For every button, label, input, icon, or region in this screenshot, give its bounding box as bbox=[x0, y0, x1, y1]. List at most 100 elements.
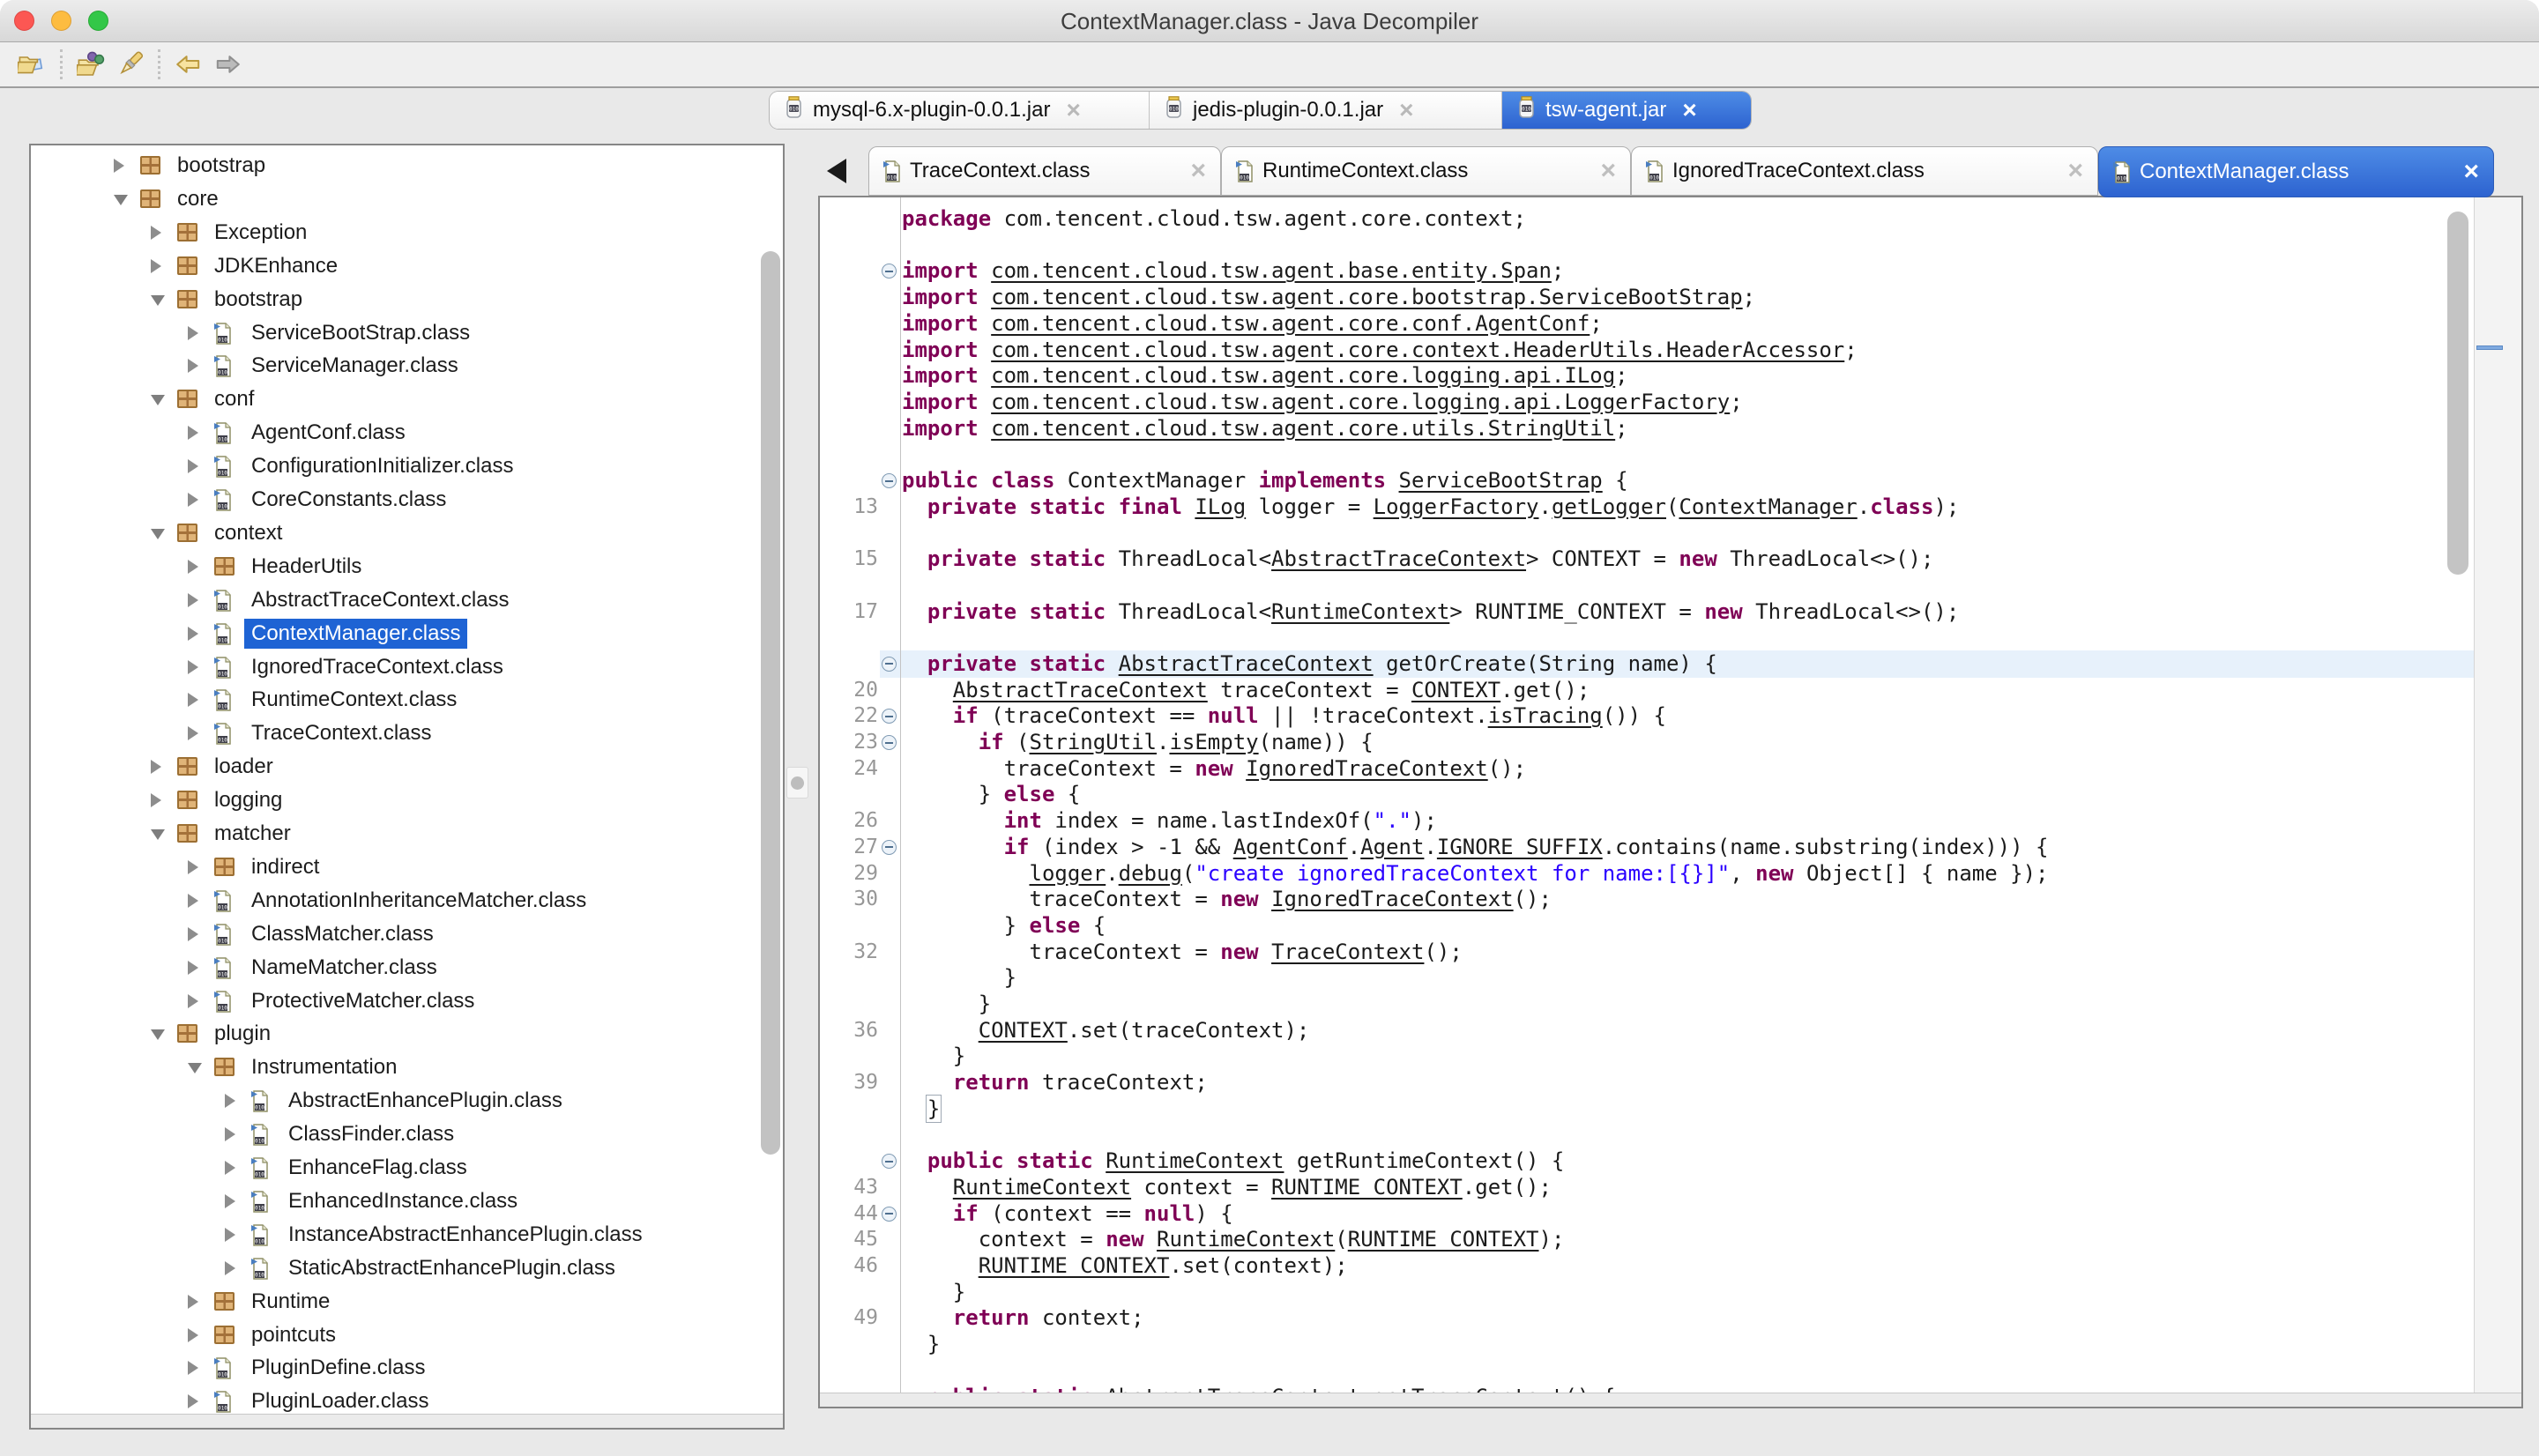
tree-item[interactable]: pointcuts bbox=[31, 1319, 783, 1352]
tree-item-label[interactable]: AbstractEnhancePlugin.class bbox=[288, 1084, 562, 1118]
tree-item-label[interactable]: ContextManager.class bbox=[244, 619, 467, 649]
tree-item[interactable]: 010ConfigurationInitializer.class bbox=[31, 449, 783, 483]
close-tab-icon[interactable]: × bbox=[1178, 160, 1206, 182]
expander-collapsed-icon[interactable] bbox=[188, 627, 198, 641]
jar-tab[interactable]: 010mysql-6.x-plugin-0.0.1.jar× bbox=[770, 92, 1149, 129]
close-tab-icon[interactable]: × bbox=[1066, 100, 1080, 120]
tree-item-label[interactable]: Instrumentation bbox=[251, 1051, 397, 1084]
expander-collapsed-icon[interactable] bbox=[225, 1127, 235, 1141]
expander-collapsed-icon[interactable] bbox=[225, 1228, 235, 1242]
tree-item-label[interactable]: ProtectiveMatcher.class bbox=[251, 984, 474, 1018]
fold-toggle-icon[interactable] bbox=[882, 1207, 897, 1222]
close-tab-icon[interactable]: × bbox=[1588, 160, 1616, 182]
tree-item[interactable]: indirect bbox=[31, 851, 783, 884]
tree-item-label[interactable]: matcher bbox=[214, 817, 291, 851]
code-symbol-link[interactable]: IgnoredTraceContext bbox=[1271, 887, 1514, 911]
tree-item-label[interactable]: Runtime bbox=[251, 1285, 330, 1319]
tree-item[interactable]: 010AnnotationInheritanceMatcher.class bbox=[31, 884, 783, 917]
tree-item[interactable]: context bbox=[31, 516, 783, 550]
tree-item-label[interactable]: ServiceBootStrap.class bbox=[251, 316, 470, 350]
expander-collapsed-icon[interactable] bbox=[188, 560, 198, 574]
expander-collapsed-icon[interactable] bbox=[188, 693, 198, 707]
tree-item-label[interactable]: AnnotationInheritanceMatcher.class bbox=[251, 884, 586, 917]
code-symbol-link[interactable]: debug bbox=[1119, 861, 1182, 886]
expander-collapsed-icon[interactable] bbox=[151, 793, 161, 807]
tree-item-label[interactable]: ClassMatcher.class bbox=[251, 917, 434, 951]
tree-item-label[interactable]: AgentConf.class bbox=[251, 416, 406, 449]
tree-item-label[interactable]: pointcuts bbox=[251, 1319, 336, 1352]
code-symbol-link[interactable]: com.tencent.cloud.tsw.agent.core.logging… bbox=[991, 390, 1730, 414]
expander-collapsed-icon[interactable] bbox=[188, 660, 198, 674]
forward-button[interactable] bbox=[208, 47, 247, 82]
tree-item[interactable]: 010IgnoredTraceContext.class bbox=[31, 650, 783, 684]
tree-item-label[interactable]: NameMatcher.class bbox=[251, 951, 437, 984]
code-vertical-scrollbar[interactable] bbox=[2447, 212, 2468, 575]
expander-collapsed-icon[interactable] bbox=[188, 1394, 198, 1408]
tree-item-label[interactable]: conf bbox=[214, 383, 254, 416]
expander-collapsed-icon[interactable] bbox=[225, 1261, 235, 1275]
tree-item-label[interactable]: indirect bbox=[251, 851, 319, 884]
tree-item[interactable]: core bbox=[31, 182, 783, 216]
expander-collapsed-icon[interactable] bbox=[188, 1295, 198, 1309]
tree-item-label[interactable]: loader bbox=[214, 750, 273, 784]
code-symbol-link[interactable]: RUNTIME_CONTEXT bbox=[1271, 1175, 1463, 1200]
expander-collapsed-icon[interactable] bbox=[225, 1094, 235, 1108]
code-symbol-link[interactable]: RuntimeContext bbox=[953, 1175, 1131, 1200]
expander-expanded-icon[interactable] bbox=[151, 829, 165, 840]
tree-vertical-scrollbar[interactable] bbox=[761, 251, 780, 1155]
tree-item-label[interactable]: TraceContext.class bbox=[251, 717, 432, 750]
code-symbol-link[interactable]: StringUtil bbox=[1030, 730, 1158, 754]
code-symbol-link[interactable]: AgentConf bbox=[1233, 835, 1348, 859]
code-symbol-link[interactable]: com.tencent.cloud.tsw.agent.core.bootstr… bbox=[991, 285, 1743, 309]
code-symbol-link[interactable]: com.tencent.cloud.tsw.agent.core.logging… bbox=[991, 363, 1615, 388]
code-symbol-link[interactable]: IgnoredTraceContext bbox=[1246, 756, 1488, 781]
tree-item-label[interactable]: RuntimeContext.class bbox=[251, 683, 457, 717]
tree-item[interactable]: bootstrap bbox=[31, 149, 783, 182]
expander-collapsed-icon[interactable] bbox=[151, 259, 161, 273]
code-symbol-link[interactable]: RuntimeContext bbox=[1271, 599, 1449, 624]
code-symbol-link[interactable]: RUNTIME_CONTEXT bbox=[979, 1253, 1170, 1278]
fold-toggle-icon[interactable] bbox=[882, 657, 897, 672]
tree-item-label[interactable]: bootstrap bbox=[177, 149, 265, 182]
tree-item[interactable]: Runtime bbox=[31, 1285, 783, 1319]
tree-horizontal-scrollbar[interactable] bbox=[31, 1414, 783, 1428]
fold-toggle-icon[interactable] bbox=[882, 473, 897, 488]
expander-expanded-icon[interactable] bbox=[151, 295, 165, 306]
tree-item[interactable]: 010NameMatcher.class bbox=[31, 951, 783, 984]
fold-toggle-icon[interactable] bbox=[882, 1154, 897, 1169]
expander-collapsed-icon[interactable] bbox=[151, 226, 161, 240]
code-symbol-link[interactable]: logger bbox=[1030, 861, 1106, 886]
code-symbol-link[interactable]: IGNORE_SUFFIX bbox=[1437, 835, 1603, 859]
tree-item[interactable]: 010EnhanceFlag.class bbox=[31, 1151, 783, 1185]
code-symbol-link[interactable]: com.tencent.cloud.tsw.agent.base.entity.… bbox=[991, 258, 1552, 283]
tree-item-label[interactable]: CoreConstants.class bbox=[251, 483, 446, 516]
tree-item-label[interactable]: EnhanceFlag.class bbox=[288, 1151, 467, 1185]
tree-item[interactable]: plugin bbox=[31, 1017, 783, 1051]
code-symbol-link[interactable]: ContextManager bbox=[1679, 494, 1857, 519]
code-symbol-link[interactable]: com.tencent.cloud.tsw.agent.core.conf.Ag… bbox=[991, 311, 1590, 336]
tree-item-label[interactable]: ConfigurationInitializer.class bbox=[251, 449, 513, 483]
code-symbol-link[interactable]: CONTEXT bbox=[979, 1018, 1068, 1043]
expander-collapsed-icon[interactable] bbox=[225, 1194, 235, 1208]
expander-collapsed-icon[interactable] bbox=[151, 760, 161, 774]
code-symbol-link[interactable]: RUNTIME_CONTEXT bbox=[1348, 1227, 1539, 1252]
splitter-handle[interactable] bbox=[786, 767, 808, 799]
open-type-button[interactable] bbox=[71, 47, 110, 82]
tree-item[interactable]: 010ClassMatcher.class bbox=[31, 917, 783, 951]
tree-item[interactable]: 010StaticAbstractEnhancePlugin.class bbox=[31, 1252, 783, 1285]
tree-item[interactable]: conf bbox=[31, 383, 783, 416]
jar-tab[interactable]: 010jedis-plugin-0.0.1.jar× bbox=[1149, 92, 1501, 129]
tree-item[interactable]: 010ProtectiveMatcher.class bbox=[31, 984, 783, 1018]
expander-expanded-icon[interactable] bbox=[151, 1029, 165, 1040]
tree-item[interactable]: 010AbstractEnhancePlugin.class bbox=[31, 1084, 783, 1118]
tree-item[interactable]: JDKEnhance bbox=[31, 249, 783, 283]
close-tab-icon[interactable]: × bbox=[2451, 161, 2479, 182]
expander-collapsed-icon[interactable] bbox=[188, 994, 198, 1008]
overview-ruler-marker[interactable] bbox=[2476, 345, 2503, 350]
code-symbol-link[interactable]: RuntimeContext bbox=[1106, 1148, 1284, 1173]
expander-expanded-icon[interactable] bbox=[188, 1063, 202, 1073]
close-tab-icon[interactable]: × bbox=[1399, 100, 1413, 120]
close-tab-icon[interactable]: × bbox=[2055, 160, 2083, 182]
expander-collapsed-icon[interactable] bbox=[188, 961, 198, 975]
tree-item-label[interactable]: PluginDefine.class bbox=[251, 1351, 425, 1385]
